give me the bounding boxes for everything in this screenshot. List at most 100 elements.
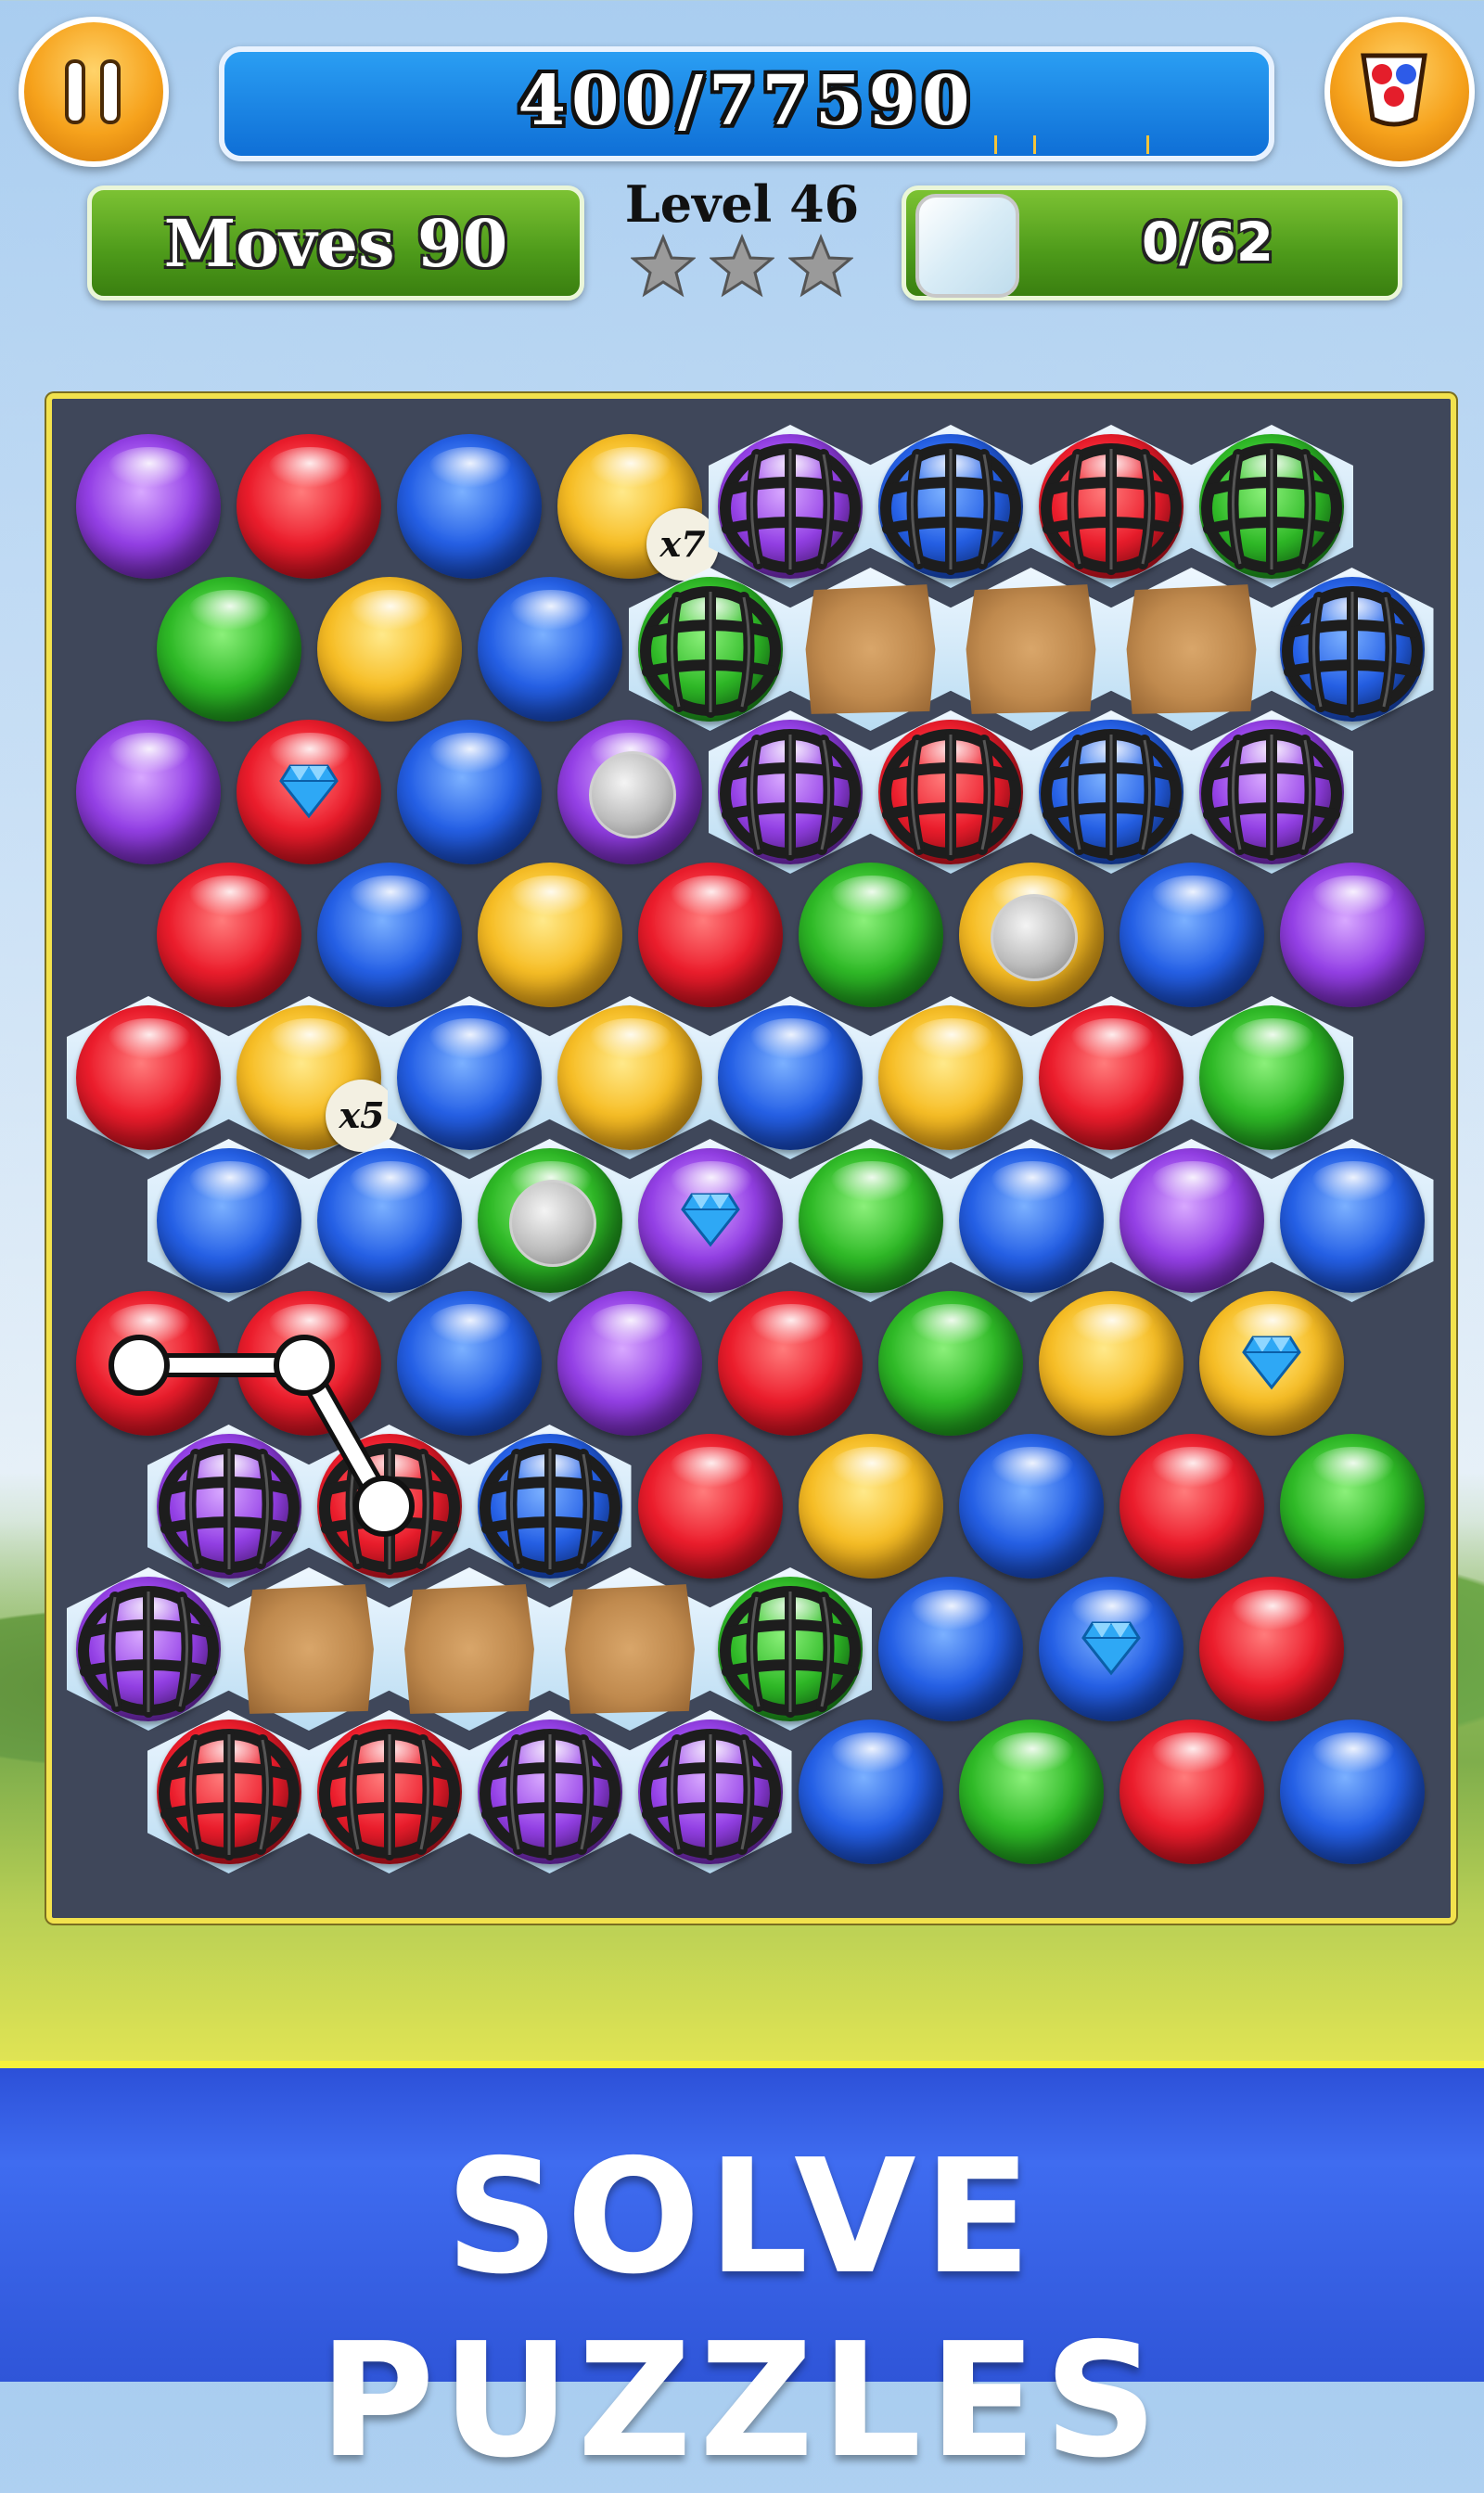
blue-ball[interactable] [1116,859,1275,1018]
blue-ball[interactable] [949,1139,1115,1304]
green-ball[interactable] [955,1716,1115,1875]
caged-blue-ball[interactable] [1030,710,1195,876]
caged-blue-ball[interactable] [467,1425,633,1590]
caged-purple-ball[interactable] [467,1710,633,1875]
purple-ball-sphere [76,720,221,864]
blue-ball[interactable] [955,1430,1115,1590]
red-ball[interactable] [233,430,392,590]
caged-green-ball[interactable] [1190,425,1355,590]
purple-ball[interactable] [554,716,713,876]
red-ball-sphere [1199,1577,1344,1721]
purple-ball[interactable] [72,716,232,876]
blue-ball-sphere [397,434,542,579]
blue-ball-sphere [1119,863,1264,1007]
rock-tile [805,584,936,714]
rock-block[interactable] [949,568,1115,733]
yellow-ball[interactable]: x7 [554,430,719,590]
red-ball[interactable] [67,996,232,1161]
caged-blue-ball[interactable] [1270,568,1436,733]
green-ball[interactable] [467,1139,633,1304]
caged-red-ball[interactable] [1030,425,1195,590]
purple-ball[interactable] [554,1287,713,1447]
blue-ball[interactable] [474,573,633,733]
blue-ball[interactable] [307,1139,473,1304]
caged-purple-ball[interactable] [709,710,874,876]
blue-ball[interactable] [388,996,553,1161]
rock-block[interactable] [388,1567,553,1732]
yellow-ball[interactable]: x5 [227,996,398,1161]
red-ball[interactable] [153,859,313,1018]
rock-block[interactable] [1109,568,1275,733]
blue-ball[interactable] [795,1716,954,1875]
pause-button[interactable] [19,17,169,167]
rock-tile [244,1584,374,1714]
blue-ball[interactable] [709,996,874,1161]
purple-ball[interactable] [1109,1139,1275,1304]
caged-blue-ball[interactable] [869,425,1034,590]
blue-ball[interactable] [393,430,553,590]
caged-green-ball[interactable] [628,568,794,733]
red-ball[interactable] [233,1287,392,1447]
blue-ball[interactable] [1270,1139,1436,1304]
blue-ball[interactable] [313,859,473,1018]
cage-icon [317,1434,462,1579]
caged-purple-ball[interactable] [147,1425,313,1590]
blue-ball[interactable] [393,1287,553,1447]
rock-block[interactable] [227,1567,392,1732]
yellow-ball[interactable] [869,996,1034,1161]
green-ball[interactable] [1276,1430,1436,1590]
red-ball[interactable] [1030,996,1195,1161]
red-ball[interactable] [634,859,794,1018]
cage-icon [718,720,863,864]
rock-block[interactable] [788,568,954,733]
yellow-ball[interactable] [955,859,1115,1018]
red-ball[interactable] [1196,1573,1355,1732]
yellow-ball[interactable] [548,996,713,1161]
yellow-ball[interactable] [795,1430,954,1590]
yellow-ball-sphere [878,1005,1023,1150]
caged-red-ball[interactable] [869,710,1034,876]
blue-ball-sphere [397,720,542,864]
rock-block[interactable] [548,1567,713,1732]
caged-red-ball[interactable] [307,1710,473,1875]
yellow-ball-sphere [557,1005,702,1150]
blue-ball[interactable] [147,1139,313,1304]
blue-ball[interactable] [393,716,553,876]
caged-purple-ball[interactable] [1190,710,1355,876]
blue-ball[interactable] [1035,1573,1195,1732]
blue-ball[interactable] [875,1573,1034,1732]
yellow-ball[interactable] [313,573,473,733]
red-ball[interactable] [714,1287,874,1447]
red-ball[interactable] [1116,1430,1275,1590]
yellow-ball[interactable] [474,859,633,1018]
blue-ball[interactable] [1276,1716,1436,1875]
red-ball[interactable] [72,1287,232,1447]
green-ball[interactable] [1190,996,1355,1161]
red-ball[interactable] [233,716,392,876]
boosters-button[interactable] [1324,17,1475,167]
cage-icon [1280,577,1425,722]
green-ball[interactable] [875,1287,1034,1447]
caged-purple-ball[interactable] [628,1710,794,1875]
purple-ball[interactable] [72,430,232,590]
caged-green-ball[interactable] [709,1567,874,1732]
coin-icon [508,1180,596,1267]
cage-icon [718,1577,863,1721]
red-ball[interactable] [1116,1716,1275,1875]
purple-ball[interactable] [1276,859,1436,1018]
caged-purple-ball[interactable] [67,1567,232,1732]
purple-ball[interactable] [628,1139,794,1304]
caged-purple-ball[interactable] [709,425,874,590]
red-ball[interactable] [634,1430,794,1590]
cage-icon [76,1577,221,1721]
yellow-ball[interactable] [1035,1287,1195,1447]
cage-icon [1199,434,1344,579]
yellow-ball[interactable] [1196,1287,1355,1447]
red-ball-sphere [1119,1720,1264,1864]
green-ball[interactable] [153,573,313,733]
game-board[interactable]: x7 x5 [46,393,1456,1924]
caged-red-ball[interactable] [147,1710,313,1875]
caged-red-ball[interactable] [307,1425,473,1590]
green-ball[interactable] [788,1139,954,1304]
green-ball[interactable] [795,859,954,1018]
